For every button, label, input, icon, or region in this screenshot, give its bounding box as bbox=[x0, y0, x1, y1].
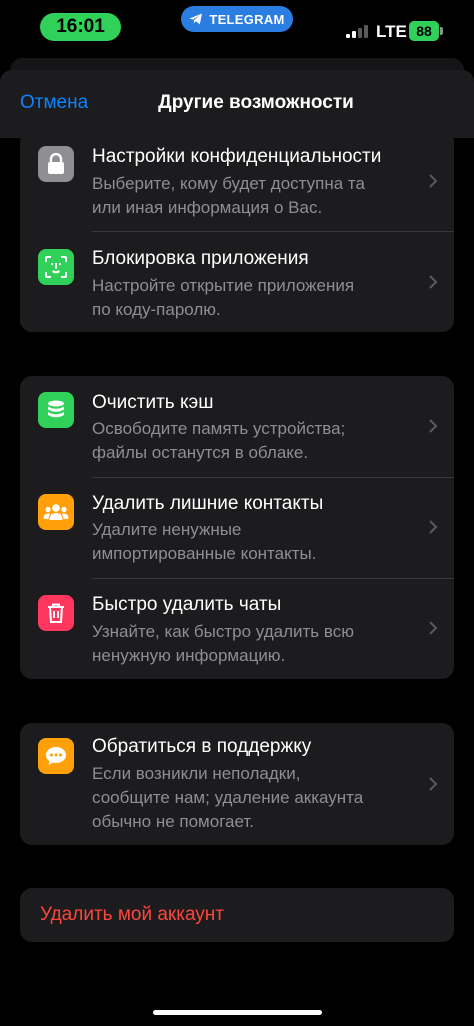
row-title: Быстро удалить чаты bbox=[92, 594, 282, 615]
row-title: Очистить кэш bbox=[92, 392, 214, 413]
settings-group-privacy: Настройки конфиденциальности Выберите, к… bbox=[20, 130, 454, 332]
trash-icon bbox=[38, 595, 74, 631]
telegram-indicator-label: TELEGRAM bbox=[209, 11, 285, 27]
settings-group-cleanup: Очистить кэш Освободите память устройств… bbox=[20, 376, 454, 679]
telegram-indicator-pill[interactable]: TELEGRAM bbox=[181, 6, 293, 32]
chevron-right-icon bbox=[429, 275, 438, 289]
row-app-lock[interactable]: Блокировка приложения Настройте открытие… bbox=[20, 231, 454, 332]
face-id-icon bbox=[38, 249, 74, 285]
network-type: LTE bbox=[376, 22, 407, 41]
row-subtitle: Освободите память устройства; файлы оста… bbox=[92, 419, 346, 462]
chevron-right-icon bbox=[429, 621, 438, 635]
row-title: Удалить лишние контакты bbox=[92, 493, 324, 514]
chevron-right-icon bbox=[429, 520, 438, 534]
row-subtitle: Узнайте, как быстро удалить всю ненужную… bbox=[92, 622, 354, 665]
page-title-text: Другие возможности bbox=[158, 92, 354, 113]
status-bar: 16:01 TELEGRAM LTE 88 bbox=[0, 0, 474, 56]
chat-bubble-icon bbox=[38, 738, 74, 774]
database-icon bbox=[38, 392, 74, 428]
row-title: Блокировка приложения bbox=[92, 248, 309, 269]
settings-group-support: Обратиться в поддержку Если возникли неп… bbox=[20, 723, 454, 845]
row-subtitle: Если возникли неполадки, сообщите нам; у… bbox=[92, 764, 364, 831]
row-quick-delete-chats[interactable]: Быстро удалить чаты Узнайте, как быстро … bbox=[20, 578, 454, 679]
row-contact-support[interactable]: Обратиться в поддержку Если возникли неп… bbox=[20, 723, 454, 845]
row-privacy-settings[interactable]: Настройки конфиденциальности Выберите, к… bbox=[20, 130, 454, 231]
row-title: Обратиться в поддержку bbox=[92, 736, 312, 757]
row-subtitle: Удалите ненужные импортированные контакт… bbox=[92, 520, 317, 563]
battery-nub bbox=[440, 27, 443, 35]
row-subtitle: Настройте открытие приложения по коду-па… bbox=[92, 276, 355, 319]
row-delete-contacts[interactable]: Удалить лишние контакты Удалите ненужные… bbox=[20, 477, 454, 578]
chevron-right-icon bbox=[429, 174, 438, 188]
delete-account-label: Удалить мой аккаунт bbox=[40, 904, 224, 925]
page-title: Другие возможности bbox=[0, 92, 474, 114]
battery-indicator: 88 bbox=[409, 21, 439, 41]
telegram-plane-icon bbox=[189, 13, 203, 25]
status-time: 16:01 bbox=[40, 13, 121, 41]
chevron-right-icon bbox=[429, 777, 438, 791]
home-indicator[interactable] bbox=[153, 1010, 322, 1015]
lock-icon bbox=[38, 146, 74, 182]
people-icon bbox=[38, 494, 74, 530]
row-subtitle: Выберите, кому будет доступна та или ина… bbox=[92, 174, 365, 217]
row-clear-cache[interactable]: Очистить кэш Освободите память устройств… bbox=[20, 376, 454, 477]
chevron-right-icon bbox=[429, 419, 438, 433]
row-title: Настройки конфиденциальности bbox=[92, 146, 382, 167]
delete-account-button[interactable]: Удалить мой аккаунт bbox=[20, 888, 454, 942]
cellular-signal-icon bbox=[346, 24, 370, 38]
